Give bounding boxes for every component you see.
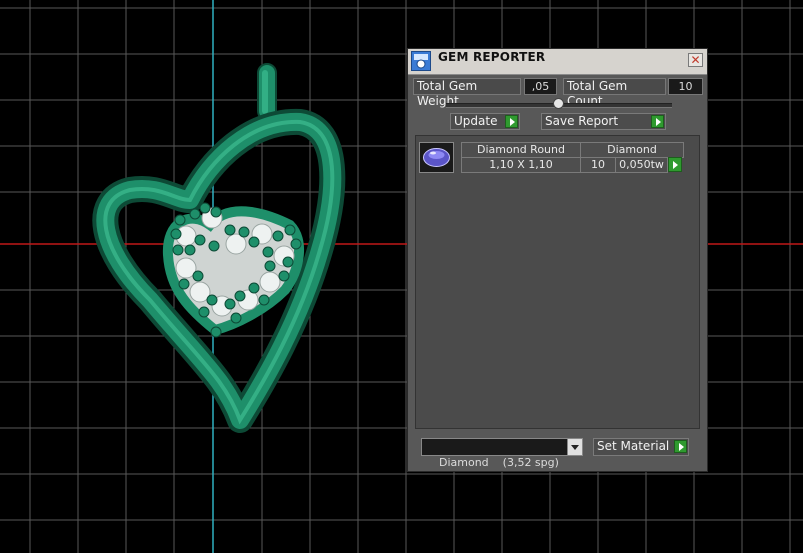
set-material-button-label: Set Material (597, 439, 670, 453)
material-select[interactable]: Diamond (3,52 spg) (421, 438, 583, 469)
chevron-down-icon[interactable] (567, 439, 582, 455)
gem-reporter-panel: GEM REPORTER ✕ Total Gem Weight ,05 Tota… (407, 48, 708, 472)
gem-list: Diamond Round Diamond 1,10 X 1,10 10 0,0… (415, 135, 700, 429)
total-gem-count-value: 10 (668, 78, 703, 95)
play-arrow-icon[interactable] (668, 157, 682, 172)
gem-count-cell: 10 (580, 157, 616, 173)
gem-weight-cell: 0,050tw (615, 157, 668, 173)
update-button[interactable]: Update (450, 113, 520, 130)
gem-material-cell: Diamond (580, 142, 684, 158)
gem-reporter-icon (411, 51, 431, 71)
play-arrow-icon (651, 115, 664, 128)
panel-titlebar[interactable]: GEM REPORTER ✕ (408, 49, 707, 75)
save-report-button-label: Save Report (545, 114, 619, 128)
gem-shape-cell: Diamond Round (461, 142, 581, 158)
total-gem-weight-label: Total Gem Weight (413, 78, 521, 108)
set-material-button[interactable]: Set Material (593, 438, 689, 456)
slider-handle[interactable] (553, 98, 564, 109)
close-icon[interactable]: ✕ (688, 53, 703, 67)
material-select-value: Diamond (3,52 spg) (439, 456, 559, 469)
panel-title: GEM REPORTER (438, 50, 546, 64)
play-arrow-icon (674, 440, 687, 453)
update-button-label: Update (454, 114, 498, 128)
total-gem-weight-value: ,05 (524, 78, 557, 95)
play-arrow-icon (505, 115, 518, 128)
gem-size-cell: 1,10 X 1,10 (461, 157, 581, 173)
save-report-button[interactable]: Save Report (541, 113, 666, 130)
total-gem-count-label: Total Gem Count (563, 78, 666, 108)
round-diamond-icon[interactable] (419, 142, 454, 173)
